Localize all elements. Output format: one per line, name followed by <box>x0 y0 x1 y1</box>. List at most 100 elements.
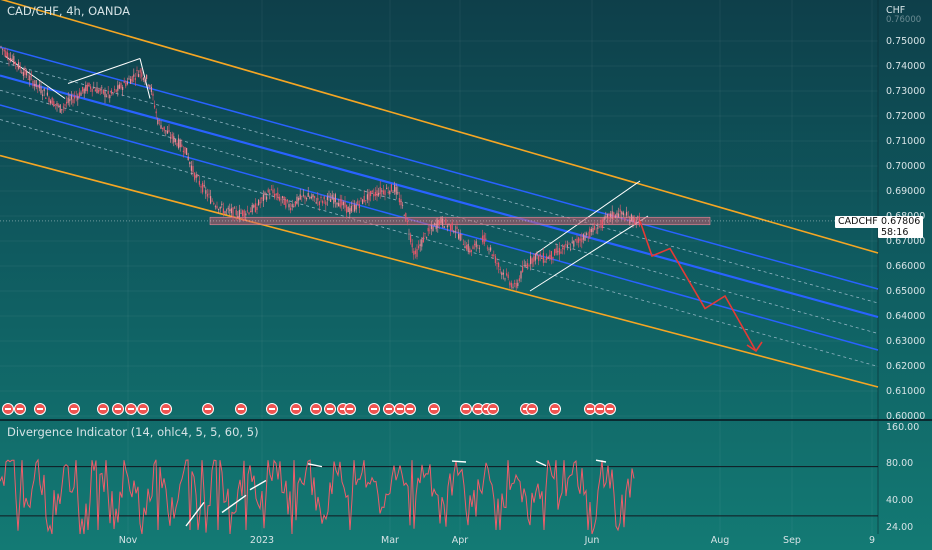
candle-body <box>94 89 96 92</box>
candle-body <box>205 190 207 194</box>
candle-body <box>154 105 156 108</box>
candle-body <box>502 272 504 275</box>
candle-body <box>46 92 48 96</box>
divergence-bubble-mark <box>17 408 23 410</box>
dashed-guide-line <box>0 61 879 304</box>
candle-body <box>624 217 626 221</box>
candle-body <box>618 213 620 218</box>
candle-body <box>307 193 309 197</box>
candle-body <box>338 203 340 207</box>
candle-body <box>346 204 348 213</box>
candle-body <box>128 78 130 80</box>
divergence-bubble-mark <box>5 408 11 410</box>
candle-body <box>163 126 165 131</box>
divergence-bubble-mark <box>128 408 134 410</box>
divergence-bubble-mark <box>100 408 106 410</box>
candle-body <box>326 196 328 200</box>
indicator-tick: 40.00 <box>886 495 913 506</box>
candle-body <box>149 84 151 88</box>
candle-body <box>218 209 220 210</box>
candle-body <box>547 257 549 259</box>
projection-arrowhead <box>746 341 763 353</box>
divergence-bubble-mark <box>587 408 593 410</box>
divergence-bubble-mark <box>529 408 535 410</box>
candle-body <box>371 190 373 193</box>
candle-body <box>262 194 264 201</box>
candle-body <box>227 207 229 210</box>
candle-body <box>293 206 295 207</box>
candle-body <box>74 96 76 99</box>
candle-body <box>259 202 261 204</box>
candle-body <box>282 196 284 199</box>
candle-body <box>390 184 392 192</box>
candle-body <box>342 202 344 206</box>
candle-body <box>45 97 47 99</box>
candle-body <box>224 211 226 214</box>
candle-body <box>42 94 44 96</box>
candle-body <box>360 197 362 199</box>
last-price-label: 0.67806 58:16 <box>878 216 924 238</box>
candle-body <box>424 233 426 234</box>
candle-body <box>24 68 26 75</box>
candle-body <box>123 81 125 84</box>
candle-body <box>99 88 101 92</box>
candle-body <box>550 251 552 260</box>
candle-body <box>450 224 452 231</box>
candle-body <box>336 202 338 205</box>
candle-body <box>242 210 244 217</box>
candle-body <box>451 222 453 231</box>
candle-body <box>438 220 440 226</box>
candle-body <box>605 216 607 218</box>
candle-body <box>62 106 64 108</box>
candle-body <box>526 263 528 268</box>
candle-body <box>142 77 144 81</box>
candle-body <box>186 147 188 155</box>
candle-body <box>506 273 508 276</box>
candle-body <box>589 228 591 238</box>
candle-body <box>144 79 146 82</box>
candle-body <box>251 204 253 213</box>
price-chart[interactable]: CHF0.760000.750000.740000.730000.720000.… <box>0 0 932 550</box>
candle-body <box>586 233 588 235</box>
divergence-bubble-mark <box>205 408 211 410</box>
candle-body <box>394 185 396 192</box>
candle-body <box>370 190 372 197</box>
candle-body <box>98 89 100 93</box>
time-tick: 9 <box>869 535 875 546</box>
candle-body <box>234 207 236 209</box>
candle-body <box>443 226 445 229</box>
candle-body <box>157 120 159 124</box>
divergence-bubble-mark <box>71 408 77 410</box>
candle-body <box>378 192 380 196</box>
candle-body <box>627 216 629 217</box>
candle-body <box>150 86 152 92</box>
candle-body <box>110 90 112 94</box>
divergence-bubble-mark <box>552 408 558 410</box>
channel-upper-line <box>0 0 879 254</box>
candle-body <box>317 197 319 201</box>
candle-body <box>198 180 200 185</box>
candle-body <box>411 243 413 248</box>
candle-body <box>189 161 191 165</box>
candle-body <box>66 101 68 104</box>
candle-body <box>448 223 450 225</box>
candle-body <box>59 104 61 113</box>
candle-body <box>80 92 82 96</box>
candle-body <box>578 237 580 243</box>
candle-body <box>138 74 140 77</box>
candle-body <box>530 256 532 265</box>
price-tick: 0.66000 <box>886 261 925 272</box>
candle-body <box>214 206 216 208</box>
candle-body <box>454 231 456 233</box>
candle-body <box>587 236 589 239</box>
indicator-tick: 24.00 <box>886 522 913 533</box>
candle-body <box>134 78 136 80</box>
divergence-bubble-mark <box>327 408 333 410</box>
candle-body <box>314 195 316 199</box>
candle-body <box>419 244 421 247</box>
candle-body <box>456 226 458 230</box>
candle-body <box>230 208 232 214</box>
candle-body <box>54 104 56 105</box>
candle-body <box>570 248 572 250</box>
candle-body <box>275 193 277 196</box>
